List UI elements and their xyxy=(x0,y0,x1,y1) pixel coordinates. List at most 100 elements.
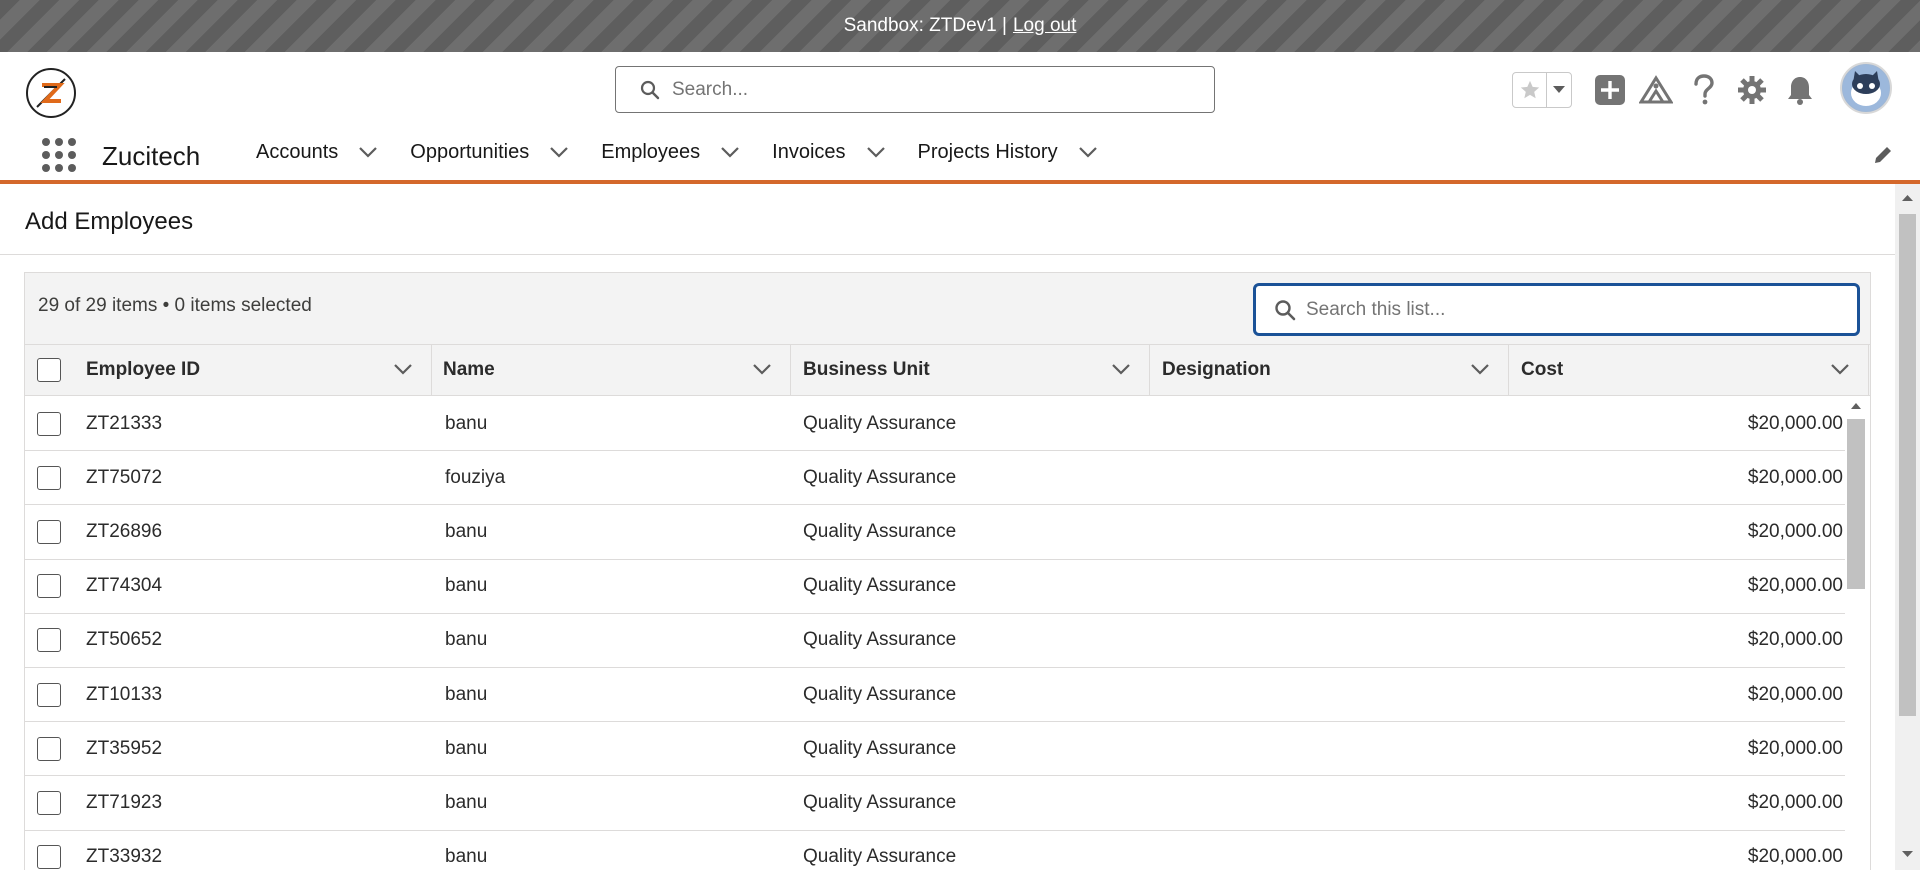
search-icon xyxy=(1274,299,1296,321)
cost-cell: $20,000.00 xyxy=(1747,791,1843,813)
tab-projects-history-label: Projects History xyxy=(917,140,1058,163)
name-cell: banu xyxy=(445,412,488,434)
cost-cell: $20,000.00 xyxy=(1747,466,1843,488)
table-row[interactable]: ZT75072 fouziya Quality Assurance $20,00… xyxy=(25,451,1845,506)
trailhead-icon[interactable] xyxy=(1638,72,1674,108)
logout-link[interactable]: Log out xyxy=(1013,15,1076,37)
business-unit-cell: Quality Assurance xyxy=(803,520,957,542)
business-unit-cell: Quality Assurance xyxy=(803,791,957,813)
list-search[interactable] xyxy=(1253,283,1860,336)
tab-invoices[interactable]: Invoices xyxy=(756,124,901,180)
edit-nav-pencil-icon[interactable] xyxy=(1872,144,1896,168)
business-unit-cell: Quality Assurance xyxy=(803,683,957,705)
divider xyxy=(0,254,1895,255)
column-header-label: Business Unit xyxy=(803,359,930,380)
scroll-up-arrow-icon[interactable] xyxy=(1895,190,1920,206)
column-name[interactable]: Name xyxy=(432,345,791,395)
table-row[interactable]: ZT21333 banu Quality Assurance $20,000.0… xyxy=(25,397,1845,452)
page-scrollbar[interactable] xyxy=(1895,184,1920,870)
notifications-bell-icon[interactable] xyxy=(1782,72,1818,108)
global-header xyxy=(0,52,1920,124)
user-avatar-icon xyxy=(1843,65,1889,111)
employee-id-cell: ZT50652 xyxy=(86,629,163,651)
favorites-star-icon[interactable] xyxy=(1513,73,1547,107)
chevron-down-icon[interactable] xyxy=(866,142,886,162)
table-row[interactable]: ZT26896 banu Quality Assurance $20,000.0… xyxy=(25,505,1845,560)
page-title: Add Employees xyxy=(25,208,194,235)
tab-accounts[interactable]: Accounts xyxy=(240,124,394,180)
table-header: Employee ID Name Business Unit Designati… xyxy=(25,345,1870,396)
tab-opportunities[interactable]: Opportunities xyxy=(394,124,585,180)
chevron-down-icon[interactable] xyxy=(752,359,772,379)
chevron-down-icon[interactable] xyxy=(1111,359,1131,379)
cost-cell: $20,000.00 xyxy=(1747,683,1843,705)
chevron-down-icon[interactable] xyxy=(1078,142,1098,162)
chevron-down-icon[interactable] xyxy=(720,142,740,162)
tab-invoices-label: Invoices xyxy=(772,140,846,163)
row-checkbox[interactable] xyxy=(37,465,61,490)
table-row[interactable]: ZT71923 banu Quality Assurance $20,000.0… xyxy=(25,776,1845,831)
table-row[interactable]: ZT74304 banu Quality Assurance $20,000.0… xyxy=(25,560,1845,614)
column-employee-id[interactable]: Employee ID xyxy=(84,345,432,395)
column-header-label: Cost xyxy=(1521,359,1564,380)
tab-opportunities-label: Opportunities xyxy=(410,140,530,163)
chevron-down-icon[interactable] xyxy=(549,142,569,162)
app-launcher-icon[interactable] xyxy=(42,138,76,172)
table-row[interactable]: ZT50652 banu Quality Assurance $20,000.0… xyxy=(25,614,1845,668)
chevron-down-icon[interactable] xyxy=(358,142,378,162)
help-icon[interactable] xyxy=(1686,72,1722,108)
column-designation[interactable]: Designation xyxy=(1150,345,1509,395)
global-search[interactable] xyxy=(615,66,1215,113)
chevron-down-icon[interactable] xyxy=(1830,359,1850,379)
column-business-unit[interactable]: Business Unit xyxy=(791,345,1150,395)
page-scroll-thumb[interactable] xyxy=(1899,214,1916,716)
chevron-down-icon[interactable] xyxy=(1470,359,1490,379)
row-checkbox[interactable] xyxy=(37,682,61,707)
row-checkbox[interactable] xyxy=(37,519,61,544)
tab-employees-label: Employees xyxy=(601,140,701,163)
favorites-dropdown-icon[interactable] xyxy=(1547,73,1571,107)
tab-projects-history[interactable]: Projects History xyxy=(902,124,1114,180)
row-checkbox[interactable] xyxy=(37,736,61,761)
table-scroll-thumb[interactable] xyxy=(1847,419,1865,589)
setup-gear-icon[interactable] xyxy=(1734,72,1770,108)
row-checkbox[interactable] xyxy=(37,790,61,815)
add-icon[interactable] xyxy=(1592,72,1628,108)
cost-cell: $20,000.00 xyxy=(1747,846,1843,868)
tab-employees[interactable]: Employees xyxy=(585,124,756,180)
favorites-group xyxy=(1512,72,1572,108)
business-unit-cell: Quality Assurance xyxy=(803,575,957,597)
employee-id-cell: ZT74304 xyxy=(86,575,163,597)
name-cell: banu xyxy=(445,737,488,759)
table-row[interactable]: ZT35952 banu Quality Assurance $20,000.0… xyxy=(25,722,1845,777)
column-header-label: Designation xyxy=(1162,359,1271,380)
row-checkbox[interactable] xyxy=(37,574,61,599)
main-content: Add Employees 29 of 29 items • 0 items s… xyxy=(0,184,1920,870)
select-all-checkbox[interactable] xyxy=(37,358,61,382)
company-logo[interactable] xyxy=(26,68,76,118)
column-cost[interactable]: Cost xyxy=(1509,345,1869,395)
employee-id-cell: ZT75072 xyxy=(86,466,163,488)
user-avatar[interactable] xyxy=(1840,62,1892,114)
table-row[interactable]: ZT10133 banu Quality Assurance $20,000.0… xyxy=(25,668,1845,723)
row-checkbox[interactable] xyxy=(37,628,61,653)
employee-list: 29 of 29 items • 0 items selected Employ… xyxy=(24,272,1871,870)
business-unit-cell: Quality Assurance xyxy=(803,737,957,759)
employee-id-cell: ZT33932 xyxy=(86,846,163,868)
global-search-input[interactable] xyxy=(672,78,1192,101)
chevron-down-icon[interactable] xyxy=(393,359,413,379)
sandbox-banner: Sandbox: ZTDev1 | Log out xyxy=(0,0,1920,52)
list-search-input[interactable] xyxy=(1306,298,1846,321)
sandbox-label: Sandbox: ZTDev1 | xyxy=(843,15,1007,36)
employee-id-cell: ZT21333 xyxy=(86,412,163,434)
search-icon xyxy=(640,80,660,100)
cost-cell: $20,000.00 xyxy=(1747,629,1843,651)
table-scrollbar[interactable] xyxy=(1845,397,1867,870)
table-row[interactable]: ZT33932 banu Quality Assurance $20,000.0… xyxy=(25,831,1845,870)
name-cell: banu xyxy=(445,520,488,542)
row-checkbox[interactable] xyxy=(37,845,61,870)
row-checkbox[interactable] xyxy=(37,411,61,436)
scroll-up-arrow-icon[interactable] xyxy=(1845,399,1867,413)
business-unit-cell: Quality Assurance xyxy=(803,412,957,434)
scroll-down-arrow-icon[interactable] xyxy=(1895,846,1920,862)
